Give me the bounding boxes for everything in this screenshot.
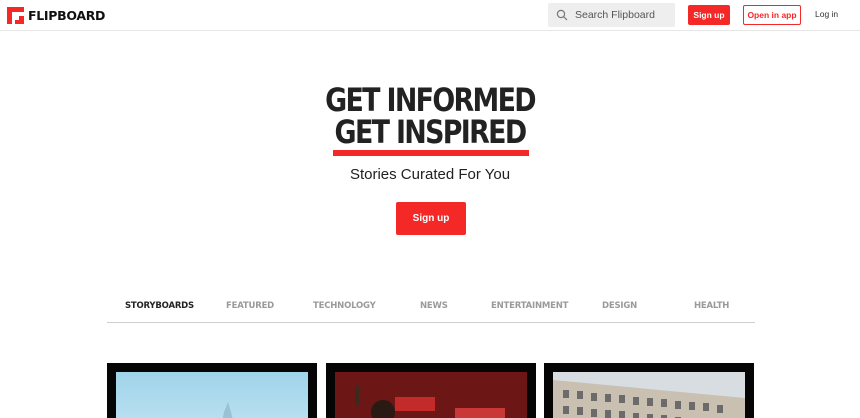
card-image <box>116 372 308 418</box>
open-in-app-button[interactable]: Open in app <box>743 5 801 25</box>
tab-news[interactable]: NEWS <box>420 301 448 311</box>
storyboard-card[interactable] <box>544 363 754 418</box>
tab-entertainment[interactable]: ENTERTAINMENT <box>491 301 568 311</box>
tab-featured[interactable]: FEATURED <box>226 301 274 311</box>
tab-technology[interactable]: TECHNOLOGY <box>313 301 376 311</box>
search-input[interactable] <box>575 9 670 21</box>
search-icon <box>556 9 568 21</box>
tab-health[interactable]: HEALTH <box>694 301 729 311</box>
top-nav-bar: FLIPBOARD Sign up Open in app Log in <box>0 0 860 31</box>
tab-design[interactable]: DESIGN <box>602 301 637 311</box>
storyboard-card[interactable] <box>326 363 536 418</box>
hero-title-line-1: GET INFORMED <box>325 81 536 119</box>
tab-storyboards[interactable]: STORYBOARDS <box>125 301 194 311</box>
hero-underline <box>333 150 529 156</box>
logo-text: FLIPBOARD <box>28 8 106 23</box>
hero-title-line-2: GET INSPIRED <box>334 113 528 151</box>
card-image <box>553 372 745 418</box>
search-box[interactable] <box>548 3 675 27</box>
flipboard-logo-icon <box>7 7 24 24</box>
flipboard-logo[interactable]: FLIPBOARD <box>7 7 105 24</box>
login-link[interactable]: Log in <box>815 9 838 19</box>
card-image <box>335 372 527 418</box>
storyboard-card[interactable] <box>107 363 317 418</box>
hero-subtitle: Stories Curated For You <box>349 166 511 183</box>
hero-signup-button[interactable]: Sign up <box>396 202 466 235</box>
category-tabs: STORYBOARDS FEATURED TECHNOLOGY NEWS ENT… <box>107 292 755 323</box>
header-signup-button[interactable]: Sign up <box>688 5 730 25</box>
